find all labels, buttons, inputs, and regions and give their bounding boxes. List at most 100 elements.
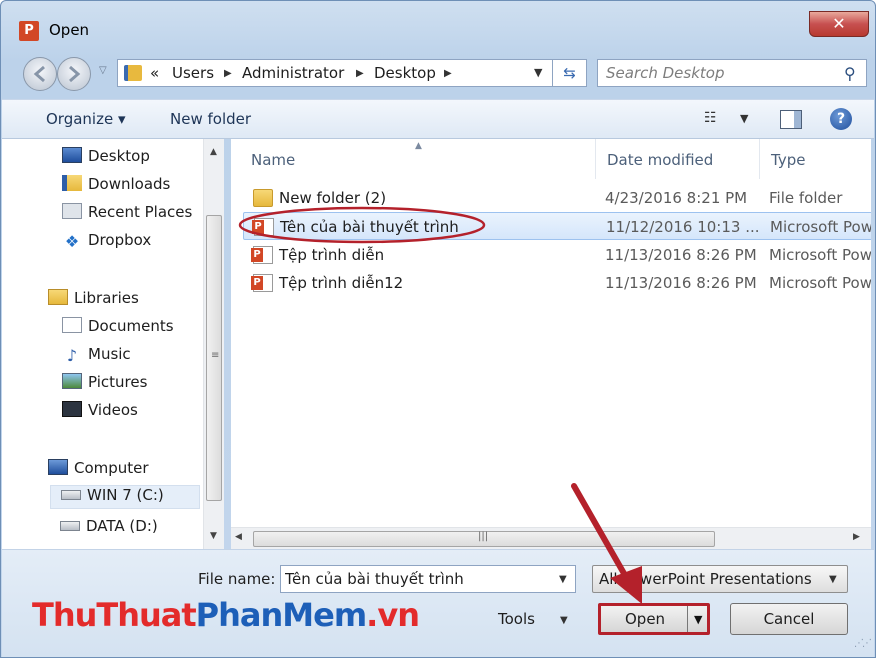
folder-location-icon	[124, 65, 142, 81]
new-folder-button[interactable]: New folder	[170, 110, 251, 128]
pictures-icon	[62, 373, 82, 389]
scroll-up-icon[interactable]: ▲	[210, 147, 217, 157]
scroll-grip-icon: ≡	[211, 350, 220, 361]
search-input[interactable]	[606, 64, 836, 82]
videos-icon	[62, 401, 82, 417]
scroll-right-icon[interactable]: ▶	[853, 532, 860, 542]
powerpoint-file-icon	[251, 246, 273, 264]
close-button[interactable]: ✕	[809, 11, 869, 37]
sidebar-item-documents[interactable]: Documents	[62, 317, 174, 341]
file-row-new-folder[interactable]: New folder (2) 4/23/2016 8:21 PM File fo…	[243, 184, 871, 212]
sidebar-item-desktop[interactable]: Desktop	[62, 147, 150, 171]
resize-grip-icon[interactable]: ⋰⋰	[854, 638, 872, 649]
column-header-type[interactable]: Type	[771, 151, 805, 169]
scroll-grip-icon: |||	[478, 531, 489, 542]
breadcrumb-arrow-icon[interactable]: ▶	[356, 68, 364, 79]
search-icon[interactable]: ⚲	[844, 64, 856, 83]
sidebar-item-music[interactable]: ♪ Music	[62, 345, 131, 369]
address-segment-desktop[interactable]: Desktop	[374, 64, 436, 82]
file-row[interactable]: Tệp trình diễn12 11/13/2016 8:26 PM Micr…	[243, 269, 871, 297]
file-row-selected[interactable]: Tên của bài thuyết trình 11/12/2016 10:1…	[243, 212, 871, 240]
sidebar-item-dropbox[interactable]: ❖ Dropbox	[62, 231, 151, 255]
preview-pane-icon[interactable]	[780, 110, 802, 129]
sidebar-item-videos[interactable]: Videos	[62, 401, 138, 425]
file-type-select[interactable]: All PowerPoint Presentations ▼	[592, 565, 848, 593]
help-icon[interactable]: ?	[830, 108, 852, 130]
libraries-icon	[48, 289, 68, 305]
powerpoint-file-icon	[252, 218, 274, 236]
powerpoint-app-icon: P	[19, 21, 39, 41]
forward-arrow-icon	[69, 65, 81, 83]
sidebar-item-downloads[interactable]: Downloads	[62, 175, 170, 199]
tools-dropdown-icon[interactable]: ▼	[560, 615, 568, 626]
view-dropdown-icon[interactable]: ▼	[740, 112, 748, 125]
sidebar-item-recent-places[interactable]: Recent Places	[62, 203, 192, 227]
file-date: 11/13/2016 8:26 PM	[605, 246, 757, 264]
address-segment-administrator[interactable]: Administrator	[242, 64, 344, 82]
file-list-scrollbar[interactable]: ◀ ||| ▶	[231, 527, 871, 549]
sidebar-item-win7-drive[interactable]: WIN 7 (C:)	[50, 485, 200, 509]
file-name-label: File name:	[198, 570, 276, 588]
file-name: Tệp trình diễn	[279, 246, 385, 264]
open-options-dropdown-icon[interactable]: ▼	[694, 613, 702, 626]
sidebar-item-libraries[interactable]: Libraries	[48, 289, 139, 313]
file-date: 11/13/2016 8:26 PM	[605, 274, 757, 292]
scroll-left-icon[interactable]: ◀	[235, 532, 242, 542]
window-title: Open	[49, 21, 90, 39]
watermark-part: PhanMem	[195, 596, 367, 634]
file-name-input[interactable]	[285, 570, 545, 588]
chevron-down-icon[interactable]: ▼	[559, 574, 567, 585]
folder-icon	[253, 189, 273, 207]
file-list-scrollbar-thumb[interactable]: |||	[253, 531, 715, 547]
title-bar: P Open ✕	[1, 1, 875, 43]
drive-icon	[61, 490, 81, 500]
dropbox-icon: ❖	[64, 232, 80, 251]
forward-button[interactable]	[57, 57, 91, 91]
command-toolbar: Organize ▾ New folder ☷ ▼ ?	[2, 99, 874, 139]
search-box[interactable]: ⚲	[597, 59, 867, 87]
file-name-combobox[interactable]: ▼	[280, 565, 576, 593]
sort-ascending-icon: ▲	[415, 141, 422, 151]
recent-locations-dropdown[interactable]: ▽	[99, 65, 107, 76]
desktop-icon	[62, 147, 82, 163]
back-button[interactable]	[23, 57, 57, 91]
navigation-scrollbar-thumb[interactable]: ≡	[206, 215, 222, 501]
sidebar-item-computer[interactable]: Computer	[48, 459, 149, 483]
column-divider[interactable]	[595, 139, 596, 179]
documents-icon	[62, 317, 82, 333]
music-icon: ♪	[66, 346, 78, 365]
file-type: Microsoft PowerPoint	[769, 246, 871, 264]
navigation-pane: Desktop Downloads Recent Places ❖ Dropbox…	[2, 139, 224, 549]
back-arrow-icon	[33, 65, 45, 83]
column-header-date-modified[interactable]: Date modified	[607, 151, 713, 169]
address-bar[interactable]: « Users ▶ Administrator ▶ Desktop ▶ ▼	[117, 59, 553, 87]
open-button[interactable]: Open ▼	[598, 603, 710, 635]
scroll-down-icon[interactable]: ▼	[210, 531, 217, 541]
cancel-button[interactable]: Cancel	[730, 603, 848, 635]
column-divider[interactable]	[759, 139, 760, 179]
file-type: Microsoft PowerPoint	[769, 274, 871, 292]
refresh-button[interactable]: ⇆	[553, 59, 587, 87]
file-row[interactable]: Tệp trình diễn 11/13/2016 8:26 PM Micros…	[243, 241, 871, 269]
breadcrumb-arrow-icon[interactable]: ▶	[224, 68, 232, 79]
organize-button[interactable]: Organize ▾	[46, 110, 126, 128]
column-header-name[interactable]: Name	[251, 151, 295, 169]
file-name: Tên của bài thuyết trình	[280, 218, 459, 236]
breadcrumb-arrow-icon[interactable]: ▶	[444, 68, 452, 79]
powerpoint-file-icon	[251, 274, 273, 292]
refresh-icon: ⇆	[563, 64, 576, 82]
address-dropdown-icon[interactable]: ▼	[534, 66, 542, 79]
drive-icon	[60, 521, 80, 531]
navigation-scrollbar[interactable]: ▲ ≡ ▼	[203, 139, 224, 549]
tools-button[interactable]: Tools	[498, 610, 535, 628]
address-overflow[interactable]: «	[150, 64, 159, 82]
sidebar-item-pictures[interactable]: Pictures	[62, 373, 147, 397]
computer-icon	[48, 459, 68, 475]
sidebar-item-data-drive[interactable]: DATA (D:)	[60, 517, 158, 541]
address-segment-users[interactable]: Users	[172, 64, 214, 82]
file-type-value: All PowerPoint Presentations	[599, 570, 812, 588]
split-divider	[687, 606, 688, 632]
view-options-icon[interactable]: ☷	[704, 110, 717, 126]
watermark-part: ThuThuat	[32, 596, 197, 634]
recent-places-icon	[62, 203, 82, 219]
